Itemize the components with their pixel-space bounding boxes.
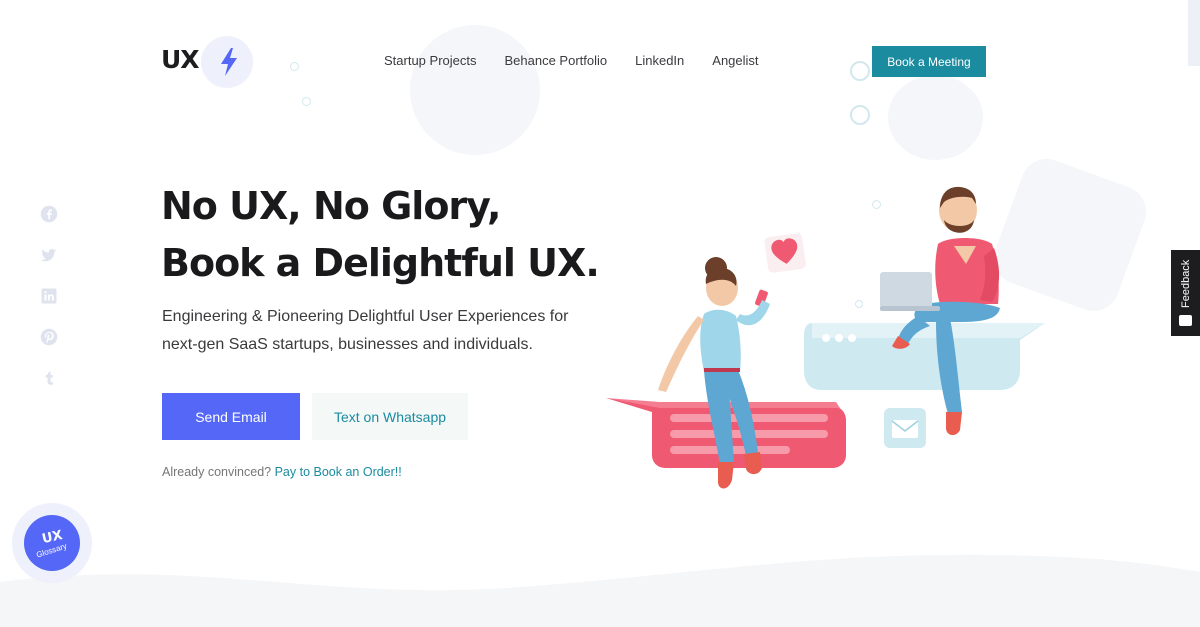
- background-ring: [850, 105, 870, 125]
- bolt-icon: [221, 48, 237, 76]
- background-ring: [290, 62, 299, 71]
- glossary-badge[interactable]: UX Glossary: [24, 515, 80, 571]
- background-wave: [0, 554, 1200, 627]
- man-figure: [880, 186, 1000, 436]
- chat-bubble-blue: [804, 323, 1045, 390]
- pinterest-icon[interactable]: [40, 328, 58, 346]
- hero-title: No UX, No Glory, Book a Delightful UX.: [161, 178, 621, 292]
- logo-text: UX: [161, 45, 200, 74]
- hero-illustration: [606, 186, 1045, 489]
- main-nav: Startup Projects Behance Portfolio Linke…: [384, 53, 787, 68]
- feedback-tab[interactable]: Feedback: [1171, 250, 1200, 336]
- already-convinced-text: Already convinced? Pay to Book an Order!…: [162, 465, 402, 479]
- pay-to-book-link[interactable]: Pay to Book an Order!!: [275, 465, 402, 479]
- hero-title-line-1: No UX, No Glory,: [161, 184, 501, 228]
- background-blob: [410, 25, 540, 155]
- nav-link-startup-projects[interactable]: Startup Projects: [384, 53, 477, 68]
- facebook-icon[interactable]: [40, 205, 58, 223]
- site-logo[interactable]: UX: [161, 36, 256, 88]
- nav-link-behance-portfolio[interactable]: Behance Portfolio: [505, 53, 608, 68]
- already-convinced-label: Already convinced?: [162, 465, 272, 479]
- nav-link-angelist[interactable]: Angelist: [712, 53, 758, 68]
- background-ring: [850, 61, 870, 81]
- hero-subtitle-line-1: Engineering & Pioneering Delightful User…: [162, 308, 569, 325]
- chat-icon: [1179, 315, 1192, 326]
- mail-card: [884, 408, 926, 448]
- background-ring: [302, 97, 311, 106]
- book-meeting-button[interactable]: Book a Meeting: [872, 46, 986, 77]
- hero-subtitle: Engineering & Pioneering Delightful User…: [162, 303, 602, 359]
- background-blob: [888, 75, 983, 160]
- hero-subtitle-line-2: next-gen SaaS startups, businesses and i…: [162, 336, 533, 353]
- send-email-button[interactable]: Send Email: [162, 393, 300, 440]
- heart-card: [764, 233, 806, 273]
- social-sidebar: [40, 205, 60, 410]
- scrollbar[interactable]: [1188, 0, 1200, 66]
- hero-title-line-2: Book a Delightful UX.: [161, 241, 600, 285]
- twitter-icon[interactable]: [40, 246, 58, 264]
- linkedin-icon[interactable]: [40, 287, 58, 305]
- tumblr-icon[interactable]: [40, 369, 58, 387]
- text-on-whatsapp-button[interactable]: Text on Whatsapp: [312, 393, 468, 440]
- feedback-label: Feedback: [1179, 259, 1192, 309]
- nav-link-linkedin[interactable]: LinkedIn: [635, 53, 684, 68]
